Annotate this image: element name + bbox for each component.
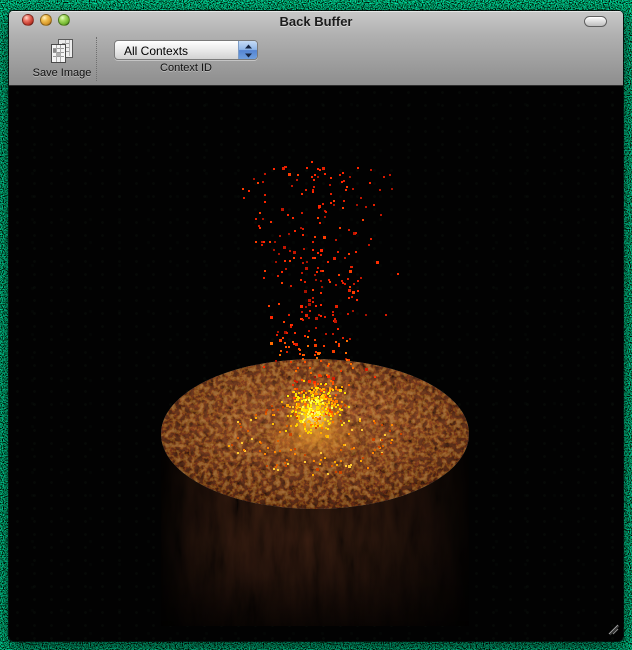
titlebar[interactable]: Back Buffer <box>9 11 623 33</box>
save-image-icon <box>17 37 107 65</box>
popup-updown-arrows-icon <box>238 41 257 59</box>
context-id-popup-value: All Contexts <box>124 44 188 58</box>
particle-scene <box>9 86 624 642</box>
toolbar-separator <box>96 37 97 81</box>
save-image-button[interactable]: Save Image <box>17 37 107 79</box>
toolbar: Save Image All Contexts Context ID <box>9 33 623 86</box>
context-id-item: All Contexts Context ID <box>106 37 266 74</box>
resize-grip-icon[interactable] <box>605 621 621 637</box>
context-id-popup[interactable]: All Contexts <box>114 40 258 60</box>
toolbar-toggle-button[interactable] <box>584 16 607 27</box>
context-id-label: Context ID <box>106 62 266 74</box>
save-image-label: Save Image <box>17 67 107 79</box>
window-title: Back Buffer <box>9 14 623 29</box>
back-buffer-window: Back Buffer Save Image Al <box>8 10 624 642</box>
render-view <box>9 86 623 642</box>
